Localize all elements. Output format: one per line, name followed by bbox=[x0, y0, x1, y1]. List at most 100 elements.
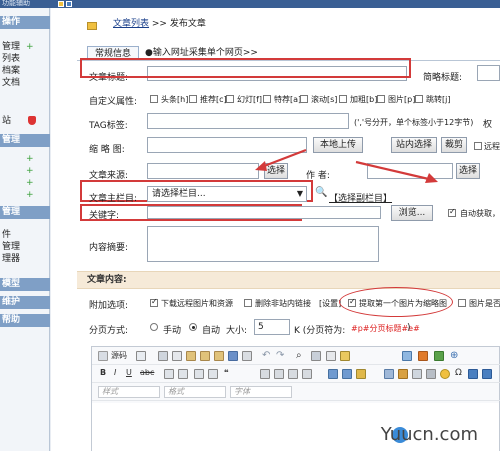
remove-format-icon[interactable] bbox=[340, 351, 350, 361]
spellcheck-icon[interactable] bbox=[242, 351, 252, 361]
download-remote-checkbox[interactable] bbox=[150, 297, 158, 307]
media-icon[interactable] bbox=[434, 351, 444, 361]
underline-icon[interactable]: U bbox=[126, 368, 132, 377]
first-image-thumb-checkbox[interactable] bbox=[348, 297, 356, 307]
numbered-list-icon[interactable] bbox=[164, 369, 174, 379]
paste-text-icon[interactable] bbox=[200, 351, 210, 361]
tag-hint: (','号分开，单个标签小于12字节) bbox=[354, 118, 474, 127]
manual-radio[interactable] bbox=[150, 323, 158, 331]
size-input[interactable]: 5 bbox=[254, 319, 290, 335]
redo-icon[interactable]: ↷ bbox=[276, 350, 284, 361]
source-icon[interactable] bbox=[98, 351, 108, 361]
paste-word-icon[interactable] bbox=[214, 351, 224, 361]
plus-icon[interactable]: + bbox=[26, 43, 34, 52]
sidebar-item[interactable]: 档案 bbox=[2, 66, 20, 77]
paste-icon[interactable] bbox=[186, 351, 196, 361]
sidebar-item[interactable]: 文档 bbox=[2, 78, 20, 89]
auto-fetch-checkbox[interactable] bbox=[448, 207, 456, 217]
crosshair-icon[interactable]: ⊕ bbox=[450, 350, 458, 361]
plus-icon[interactable]: + bbox=[26, 191, 34, 200]
author-select-button[interactable]: 选择 bbox=[456, 163, 480, 179]
copy-icon[interactable] bbox=[172, 351, 182, 361]
attr-checkbox-s[interactable] bbox=[300, 95, 308, 103]
sidebar-item[interactable]: 理器 bbox=[2, 254, 20, 265]
auto-radio[interactable] bbox=[189, 323, 197, 331]
document-icon[interactable] bbox=[136, 351, 146, 361]
browse-button[interactable]: 浏览... bbox=[391, 205, 433, 221]
sidebar-section-header[interactable]: 帮助 bbox=[0, 314, 50, 327]
italic-icon[interactable]: I bbox=[114, 368, 116, 377]
dropdown-arrow-icon[interactable]: ▼ bbox=[297, 187, 303, 201]
crop-button[interactable]: 裁剪 bbox=[441, 137, 467, 153]
smiley-icon[interactable] bbox=[440, 369, 450, 379]
sidebar-section-header[interactable]: 管理 bbox=[0, 206, 50, 219]
align-left-icon[interactable] bbox=[260, 369, 270, 379]
attr-checkbox-a[interactable] bbox=[263, 95, 271, 103]
local-upload-button[interactable]: 本地上传 bbox=[313, 137, 363, 153]
align-right-icon[interactable] bbox=[288, 369, 298, 379]
image-icon[interactable] bbox=[402, 351, 412, 361]
table-icon[interactable] bbox=[412, 369, 422, 379]
plus-icon[interactable]: + bbox=[26, 167, 34, 176]
print-icon[interactable] bbox=[228, 351, 238, 361]
sub-column-link[interactable]: 【选择副栏目】 bbox=[329, 191, 392, 204]
insert-image-icon[interactable] bbox=[384, 369, 394, 379]
attr-checkbox-j[interactable] bbox=[415, 95, 423, 103]
link-icon[interactable] bbox=[328, 369, 338, 379]
blockquote-icon[interactable]: ❝ bbox=[224, 368, 229, 377]
remote-checkbox[interactable] bbox=[474, 142, 482, 150]
sidebar-section-header[interactable]: 模型 bbox=[0, 278, 50, 291]
style-combo[interactable]: 样式 bbox=[98, 386, 160, 398]
undo-icon[interactable]: ↶ bbox=[262, 350, 270, 361]
font-combo[interactable]: 字体 bbox=[230, 386, 292, 398]
attr-checkbox-f[interactable] bbox=[226, 95, 234, 103]
align-center-icon[interactable] bbox=[274, 369, 284, 379]
breadcrumb-link[interactable]: 文章列表 bbox=[113, 19, 149, 29]
page-break-icon[interactable] bbox=[468, 369, 478, 379]
attr-checkbox-h[interactable] bbox=[150, 95, 158, 103]
delete-links-checkbox[interactable] bbox=[244, 299, 252, 307]
horizontal-rule-icon[interactable] bbox=[426, 369, 436, 379]
indent-icon[interactable] bbox=[208, 369, 218, 379]
outdent-icon[interactable] bbox=[194, 369, 204, 379]
summary-textarea[interactable] bbox=[147, 226, 379, 262]
attr-checkbox-p[interactable] bbox=[377, 95, 385, 103]
source-input[interactable] bbox=[147, 163, 259, 179]
find-icon[interactable]: ⌕ bbox=[296, 350, 302, 361]
sidebar-item[interactable]: 管理 bbox=[2, 242, 20, 253]
strike-icon[interactable]: abc bbox=[140, 368, 154, 377]
bold-icon[interactable]: B bbox=[100, 368, 106, 377]
sidebar-item[interactable]: 站 bbox=[2, 116, 11, 127]
format-combo[interactable]: 格式 bbox=[164, 386, 226, 398]
sidebar-item[interactable]: 管理 bbox=[2, 42, 20, 53]
select-all-icon[interactable] bbox=[326, 351, 336, 361]
search-icon[interactable]: 🔍 bbox=[315, 187, 327, 198]
insert-flash-icon[interactable] bbox=[398, 369, 408, 379]
plus-icon[interactable]: + bbox=[26, 155, 34, 164]
sidebar-item[interactable]: 列表 bbox=[2, 54, 20, 65]
keyword-input[interactable] bbox=[147, 206, 381, 219]
justify-icon[interactable] bbox=[302, 369, 312, 379]
site-select-button[interactable]: 站内选择 bbox=[391, 137, 437, 153]
source-button-label[interactable]: 源码 bbox=[111, 350, 127, 361]
short-title-input[interactable] bbox=[477, 65, 500, 81]
iframe-icon[interactable] bbox=[482, 369, 492, 379]
bullet-list-icon[interactable] bbox=[178, 369, 188, 379]
special-char-icon[interactable]: Ω bbox=[455, 368, 462, 378]
replace-icon[interactable] bbox=[311, 351, 321, 361]
flash-icon[interactable] bbox=[418, 351, 428, 361]
sidebar-item[interactable]: 件 bbox=[2, 230, 11, 241]
sidebar-section-header[interactable]: 操作 bbox=[0, 16, 50, 29]
tag-input[interactable] bbox=[147, 113, 349, 129]
settings-link[interactable]: [设置] bbox=[319, 298, 341, 309]
attr-checkbox-c[interactable] bbox=[189, 95, 197, 103]
unlink-icon[interactable] bbox=[342, 369, 352, 379]
sidebar-section-header[interactable]: 维护 bbox=[0, 296, 50, 309]
anchor-icon[interactable] bbox=[356, 369, 366, 379]
sidebar-section-header[interactable]: 管理 bbox=[0, 134, 50, 147]
image-is-checkbox[interactable] bbox=[458, 299, 466, 307]
cut-icon[interactable] bbox=[158, 351, 168, 361]
attr-checkbox-b[interactable] bbox=[339, 95, 347, 103]
column-select[interactable]: 请选择栏目... ▼ bbox=[147, 186, 307, 202]
plus-icon[interactable]: + bbox=[26, 179, 34, 188]
